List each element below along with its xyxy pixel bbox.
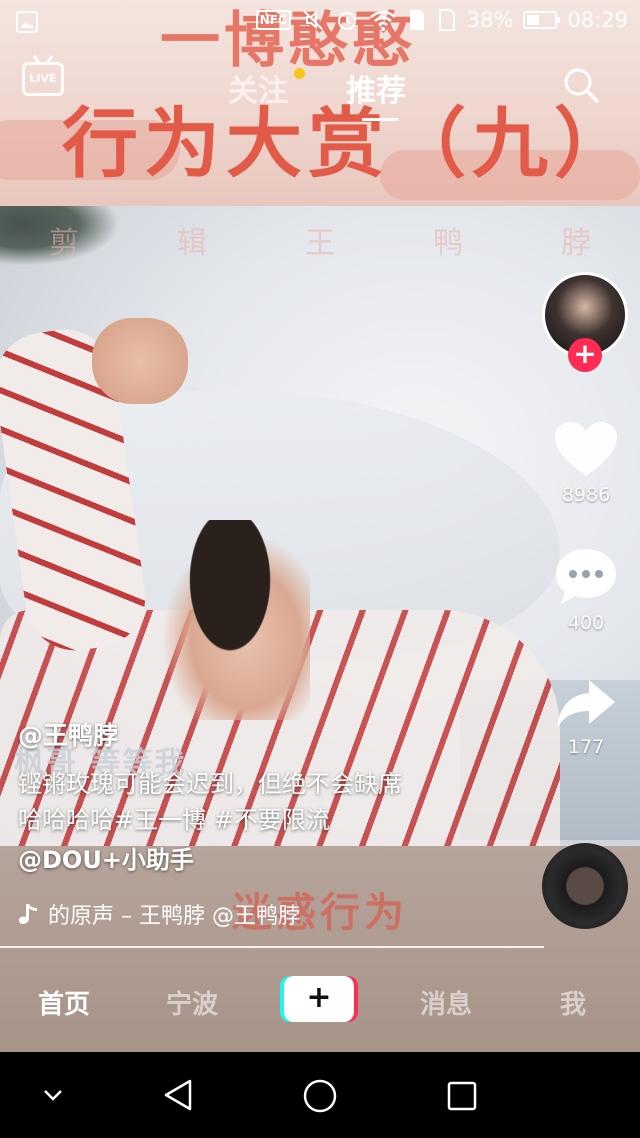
battery-icon bbox=[523, 11, 561, 29]
comment-button[interactable]: 400 bbox=[548, 546, 624, 634]
nav-messages[interactable]: 消息 bbox=[420, 984, 472, 1021]
share-arrow-icon bbox=[557, 680, 615, 728]
alarm-icon bbox=[337, 12, 356, 30]
active-tab-indicator bbox=[362, 118, 398, 121]
nav-me[interactable]: 我 bbox=[560, 984, 586, 1021]
follow-new-dot bbox=[294, 68, 305, 79]
home-icon[interactable] bbox=[302, 1078, 338, 1114]
nav-local[interactable]: 宁波 bbox=[166, 984, 218, 1021]
clock: 08:29 bbox=[567, 8, 628, 32]
sim2-icon bbox=[438, 9, 455, 31]
tab-follow[interactable]: 关注 bbox=[228, 66, 288, 110]
like-button[interactable]: 8986 bbox=[548, 420, 624, 506]
caption-mention-text[interactable]: @DOU+小助手 bbox=[18, 840, 194, 875]
heart-icon bbox=[555, 422, 617, 476]
caption-line-2[interactable]: 哈哈哈哈#王一博 #不要限流 bbox=[18, 800, 330, 835]
comment-count: 400 bbox=[567, 612, 605, 634]
nav-home[interactable]: 首页 bbox=[38, 984, 90, 1021]
nfc-icon: NFC bbox=[255, 10, 291, 30]
live-tv-icon[interactable]: LIVE bbox=[22, 62, 64, 96]
video-fist bbox=[92, 318, 188, 404]
like-count: 8986 bbox=[561, 484, 611, 506]
music-note-icon bbox=[19, 904, 37, 924]
comment-icon bbox=[556, 549, 616, 604]
share-count: 177 bbox=[567, 736, 605, 758]
video-person bbox=[150, 520, 310, 720]
status-icons: NFC 38% 08:29 bbox=[255, 8, 628, 32]
bottom-nav: 首页 宁波 + 消息 我 bbox=[0, 948, 640, 1052]
back-icon[interactable] bbox=[162, 1078, 194, 1112]
music-title: 的原声 – 王鸭脖 @王鸭脖 bbox=[48, 904, 300, 929]
video-watermark: 剪 辑 王 鸭 脖 bbox=[49, 226, 591, 261]
music-disc[interactable] bbox=[542, 843, 628, 929]
music-info[interactable]: 的原声 – 王鸭脖 @王鸭脖 bbox=[18, 898, 368, 930]
recents-icon[interactable] bbox=[446, 1080, 478, 1112]
search-icon[interactable] bbox=[562, 66, 600, 104]
author-name[interactable]: @王鸭脖 bbox=[18, 716, 118, 752]
gallery-icon bbox=[16, 11, 38, 33]
system-nav-bar bbox=[0, 1052, 640, 1138]
mute-icon bbox=[303, 10, 323, 30]
tab-recommend[interactable]: 推荐 bbox=[346, 66, 406, 110]
follow-plus-button[interactable]: + bbox=[568, 338, 602, 372]
create-video-button[interactable]: + bbox=[284, 976, 354, 1022]
caption-line-1: 铿锵玫瑰可能会迟到，但绝不会缺席 bbox=[18, 770, 402, 798]
status-bar: NFC 38% 08:29 bbox=[0, 0, 640, 44]
wifi-icon bbox=[369, 10, 396, 31]
sim1-icon bbox=[409, 10, 424, 30]
chevron-down-icon[interactable] bbox=[42, 1088, 64, 1102]
share-button[interactable]: 177 bbox=[548, 676, 624, 758]
battery-percent: 38% bbox=[466, 8, 514, 32]
